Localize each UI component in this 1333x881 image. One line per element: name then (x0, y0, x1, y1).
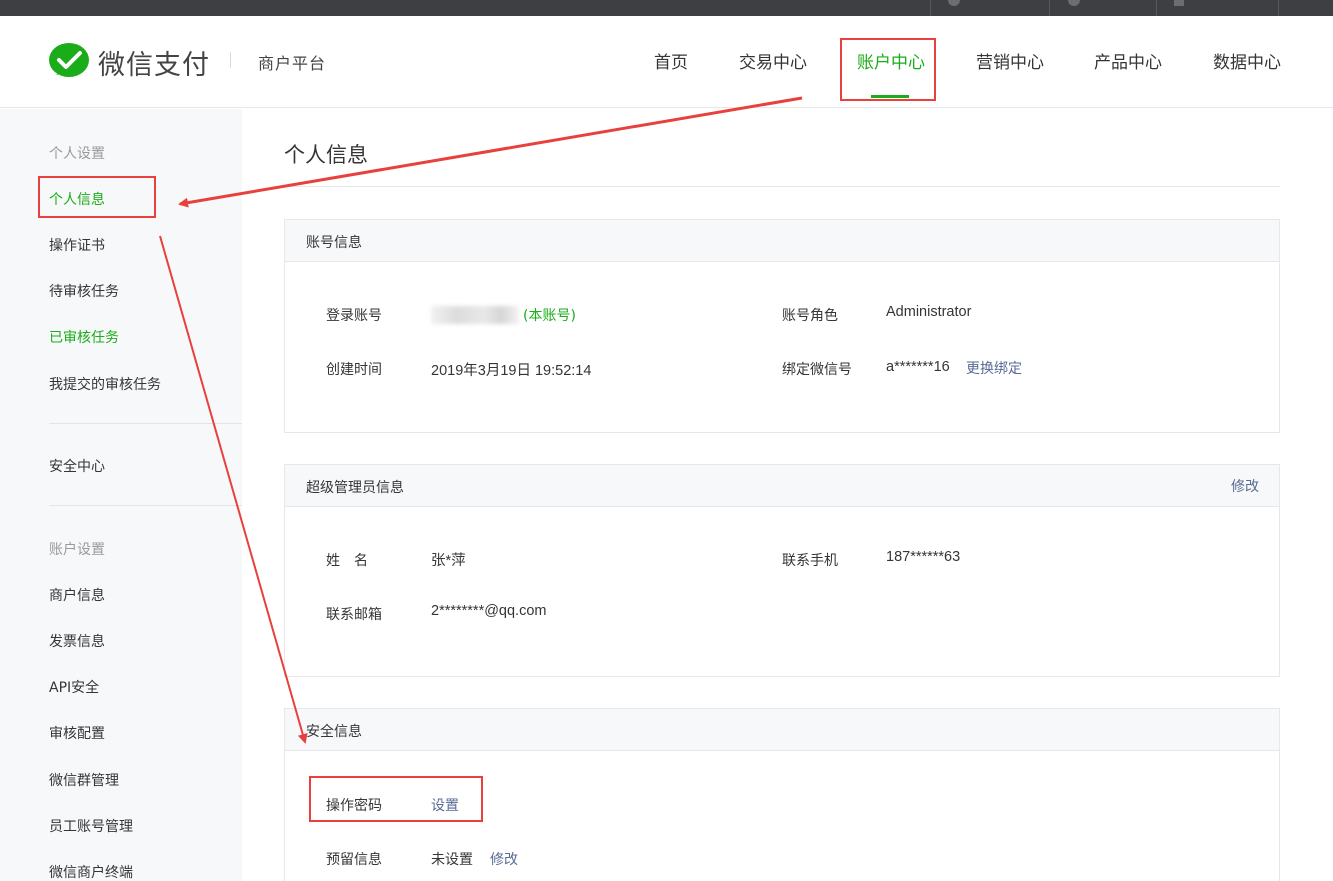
arrow-to-personal-info (178, 96, 803, 208)
toolbar-separator (1049, 0, 1050, 16)
panel-header: 超级管理员信息 修改 (285, 465, 1279, 507)
nav-home[interactable]: 首页 (654, 48, 688, 73)
panel-title: 安全信息 (306, 724, 362, 740)
change-binding-link[interactable]: 更换绑定 (966, 358, 1022, 378)
admin-phone-label: 联系手机 (782, 553, 838, 569)
login-account-value-redacted (431, 306, 519, 324)
sidebar-item-merchant-info[interactable]: 商户信息 (49, 585, 105, 605)
sidebar: 个人设置 个人信息 操作证书 待审核任务 已审核任务 我提交的审核任务 安全中心… (0, 109, 242, 881)
annotation-box-account-center (840, 38, 936, 101)
account-role-label: 账号角色 (782, 308, 838, 324)
account-role-value: Administrator (886, 304, 972, 320)
brand-name: 微信支付 (98, 49, 210, 81)
panel-title: 超级管理员信息 (306, 480, 404, 496)
annotation-box-personal-info (38, 176, 156, 218)
created-time-label: 创建时间 (326, 362, 382, 378)
nav-trade-center[interactable]: 交易中心 (739, 48, 807, 73)
title-divider (284, 186, 1280, 187)
sidebar-item-my-submissions[interactable]: 我提交的审核任务 (49, 374, 161, 394)
sidebar-item-security-center[interactable]: 安全中心 (49, 456, 105, 476)
toolbar-separator (930, 0, 931, 16)
login-account-label: 登录账号 (326, 308, 382, 324)
sidebar-item-review-config[interactable]: 审核配置 (49, 723, 105, 743)
admin-email-label: 联系邮箱 (326, 607, 382, 623)
sidebar-item-merchant-terminal[interactable]: 微信商户终端 (49, 862, 133, 881)
sidebar-item-invoice-info[interactable]: 发票信息 (49, 631, 105, 651)
nav-product-center[interactable]: 产品中心 (1094, 48, 1162, 73)
sidebar-item-api-security[interactable]: API安全 (49, 677, 99, 697)
edit-admin-link[interactable]: 修改 (1231, 476, 1259, 496)
admin-info-panel: 超级管理员信息 修改 姓 名 张*萍 联系手机 187******63 联系邮箱… (284, 464, 1280, 677)
sidebar-divider (49, 505, 242, 506)
bound-wechat-value: a*******16 (886, 359, 950, 375)
sidebar-item-reviewed[interactable]: 已审核任务 (49, 327, 119, 347)
toolbar-icon[interactable] (1174, 0, 1184, 6)
panel-header: 账号信息 (285, 220, 1279, 262)
admin-email-value: 2********@qq.com (431, 603, 547, 619)
platform-name: 商户平台 (258, 54, 327, 73)
account-info-panel: 账号信息 登录账号 (本账号) 账号角色 Administrator 创建时间 … (284, 219, 1280, 433)
sidebar-group-personal: 个人设置 (49, 146, 105, 162)
reserved-info-value: 未设置 (431, 852, 473, 868)
nav-marketing-center[interactable]: 营销中心 (976, 48, 1044, 73)
sidebar-item-staff-accounts[interactable]: 员工账号管理 (49, 816, 133, 836)
toolbar-separator (1156, 0, 1157, 16)
panel-header: 安全信息 (285, 709, 1279, 751)
brand-logo[interactable]: 微信支付 (48, 42, 210, 82)
toolbar-icon[interactable] (1068, 0, 1080, 6)
toolbar-icon[interactable] (948, 0, 960, 6)
reserved-info-label: 预留信息 (326, 852, 382, 868)
bound-wechat-label: 绑定微信号 (782, 362, 852, 378)
sidebar-divider (49, 423, 242, 424)
page-title: 个人信息 (284, 143, 368, 167)
site-header: 微信支付 商户平台 首页 交易中心 账户中心 营销中心 产品中心 数据中心 (0, 16, 1333, 108)
brand-divider (230, 52, 231, 68)
top-toolbar-strip (0, 0, 1333, 16)
sidebar-item-wechat-group[interactable]: 微信群管理 (49, 770, 119, 790)
sidebar-item-certificate[interactable]: 操作证书 (49, 235, 105, 255)
nav-data-center[interactable]: 数据中心 (1213, 48, 1281, 73)
sidebar-group-account: 账户设置 (49, 542, 105, 558)
annotation-box-operation-password (309, 776, 483, 822)
sidebar-item-pending-review[interactable]: 待审核任务 (49, 281, 119, 301)
created-time-value: 2019年3月19日 19:52:14 (431, 363, 592, 379)
edit-reserved-info-link[interactable]: 修改 (490, 849, 518, 869)
admin-phone-value: 187******63 (886, 549, 961, 565)
wechat-pay-logo-icon (48, 42, 90, 82)
admin-name-label: 姓 名 (326, 553, 368, 569)
current-account-tag: (本账号) (523, 308, 576, 324)
admin-name-value: 张*萍 (431, 553, 466, 569)
panel-title: 账号信息 (306, 235, 362, 251)
toolbar-separator (1278, 0, 1279, 16)
